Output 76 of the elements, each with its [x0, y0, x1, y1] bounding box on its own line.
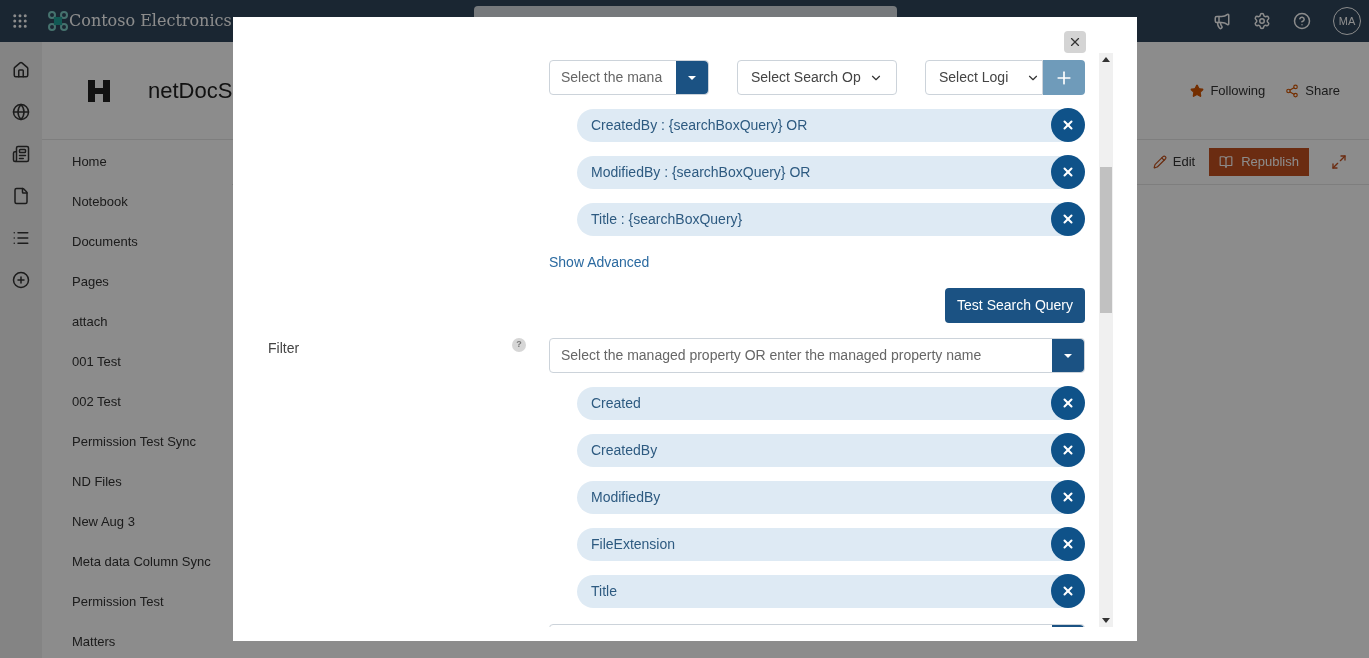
property-combobox[interactable]: Select the mana	[549, 60, 709, 95]
scroll-down-icon[interactable]	[1102, 618, 1110, 623]
republish-button[interactable]: Republish	[1209, 148, 1309, 176]
chip-label: Created	[591, 394, 641, 413]
pencil-icon	[1152, 155, 1167, 169]
nav-link[interactable]: Permission Test Sync	[72, 432, 232, 452]
remove-button[interactable]	[1051, 433, 1085, 467]
close-icon	[1061, 443, 1075, 457]
nav-link[interactable]: Home	[72, 152, 232, 172]
site-logo-icon	[88, 79, 110, 102]
nav-link[interactable]: New Aug 3	[72, 512, 232, 532]
remove-button[interactable]	[1051, 574, 1085, 608]
chip-label: Title : {searchBoxQuery}	[591, 210, 743, 229]
close-button[interactable]	[1064, 31, 1086, 53]
chip-label: ModifiedBy : {searchBoxQuery} OR	[591, 163, 811, 182]
chip-label: CreatedBy : {searchBoxQuery} OR	[591, 116, 808, 135]
logo-icon	[48, 11, 68, 31]
site-title: netDocS	[148, 77, 233, 105]
follow-link[interactable]: Following	[1210, 80, 1266, 101]
globe-icon[interactable]	[12, 103, 30, 121]
nav-link[interactable]: Matters	[72, 632, 232, 652]
operator-select[interactable]: Select Search Op	[737, 60, 897, 95]
close-icon	[1068, 35, 1082, 49]
scrollbar-thumb[interactable]	[1100, 167, 1112, 313]
nav-link[interactable]: Pages	[72, 272, 232, 292]
remove-button[interactable]	[1051, 527, 1085, 561]
nav-link[interactable]: attach	[72, 312, 232, 332]
nav-link[interactable]: 002 Test	[72, 392, 232, 412]
help-icon[interactable]: ?	[512, 338, 526, 352]
logic-select[interactable]: Select Logi	[925, 60, 1043, 95]
nav-link[interactable]: Meta data Column Sync	[72, 552, 232, 572]
close-icon	[1061, 584, 1075, 598]
filter-property-combobox[interactable]: Select the managed property OR enter the managed property name	[549, 338, 1085, 373]
news-icon[interactable]	[12, 145, 30, 163]
nav-link[interactable]: ND Files	[72, 472, 232, 492]
share-icon	[1285, 83, 1300, 98]
caret-icon	[1063, 352, 1073, 359]
close-icon	[1061, 212, 1075, 226]
book-icon	[1219, 155, 1234, 169]
remove-button[interactable]	[1051, 155, 1085, 189]
app-launcher-icon[interactable]	[11, 12, 29, 30]
brand-name[interactable]: Contoso Electronics	[69, 9, 232, 33]
expand-icon[interactable]	[1331, 154, 1347, 170]
show-advanced-link[interactable]: Show Advanced	[549, 252, 650, 273]
file-icon[interactable]	[12, 187, 30, 205]
filter-label: Filter	[268, 339, 300, 358]
help-icon[interactable]	[1293, 12, 1311, 30]
close-icon	[1061, 537, 1075, 551]
scrollbar[interactable]	[1099, 53, 1113, 627]
remove-button[interactable]	[1051, 108, 1085, 142]
close-icon	[1061, 490, 1075, 504]
close-icon	[1061, 396, 1075, 410]
remove-button[interactable]	[1051, 386, 1085, 420]
settings-icon[interactable]	[1253, 12, 1271, 30]
megaphone-icon[interactable]	[1213, 12, 1231, 30]
list-icon[interactable]	[12, 229, 30, 247]
nav-link[interactable]: Documents	[72, 232, 232, 252]
chip-label: ModifiedBy	[591, 488, 661, 507]
scroll-up-icon[interactable]	[1102, 57, 1110, 62]
remove-button[interactable]	[1051, 480, 1085, 514]
close-icon	[1061, 165, 1075, 179]
remove-button[interactable]	[1051, 202, 1085, 236]
close-icon	[1061, 118, 1075, 132]
chip-label: Title	[591, 582, 617, 601]
nav-link[interactable]: Notebook	[72, 192, 232, 212]
share-link[interactable]: Share	[1305, 80, 1340, 101]
add-icon[interactable]	[12, 271, 30, 289]
caret-icon	[687, 74, 697, 81]
edit-link[interactable]: Edit	[1172, 152, 1196, 172]
nav-link[interactable]: Permission Test	[72, 592, 232, 612]
star-icon	[1190, 83, 1205, 98]
test-query-button[interactable]: Test Search Query	[945, 288, 1085, 323]
home-icon[interactable]	[12, 61, 30, 79]
chip-label: FileExtension	[591, 535, 676, 554]
nav-link[interactable]: 001 Test	[72, 352, 232, 372]
chip-label: CreatedBy	[591, 441, 658, 460]
